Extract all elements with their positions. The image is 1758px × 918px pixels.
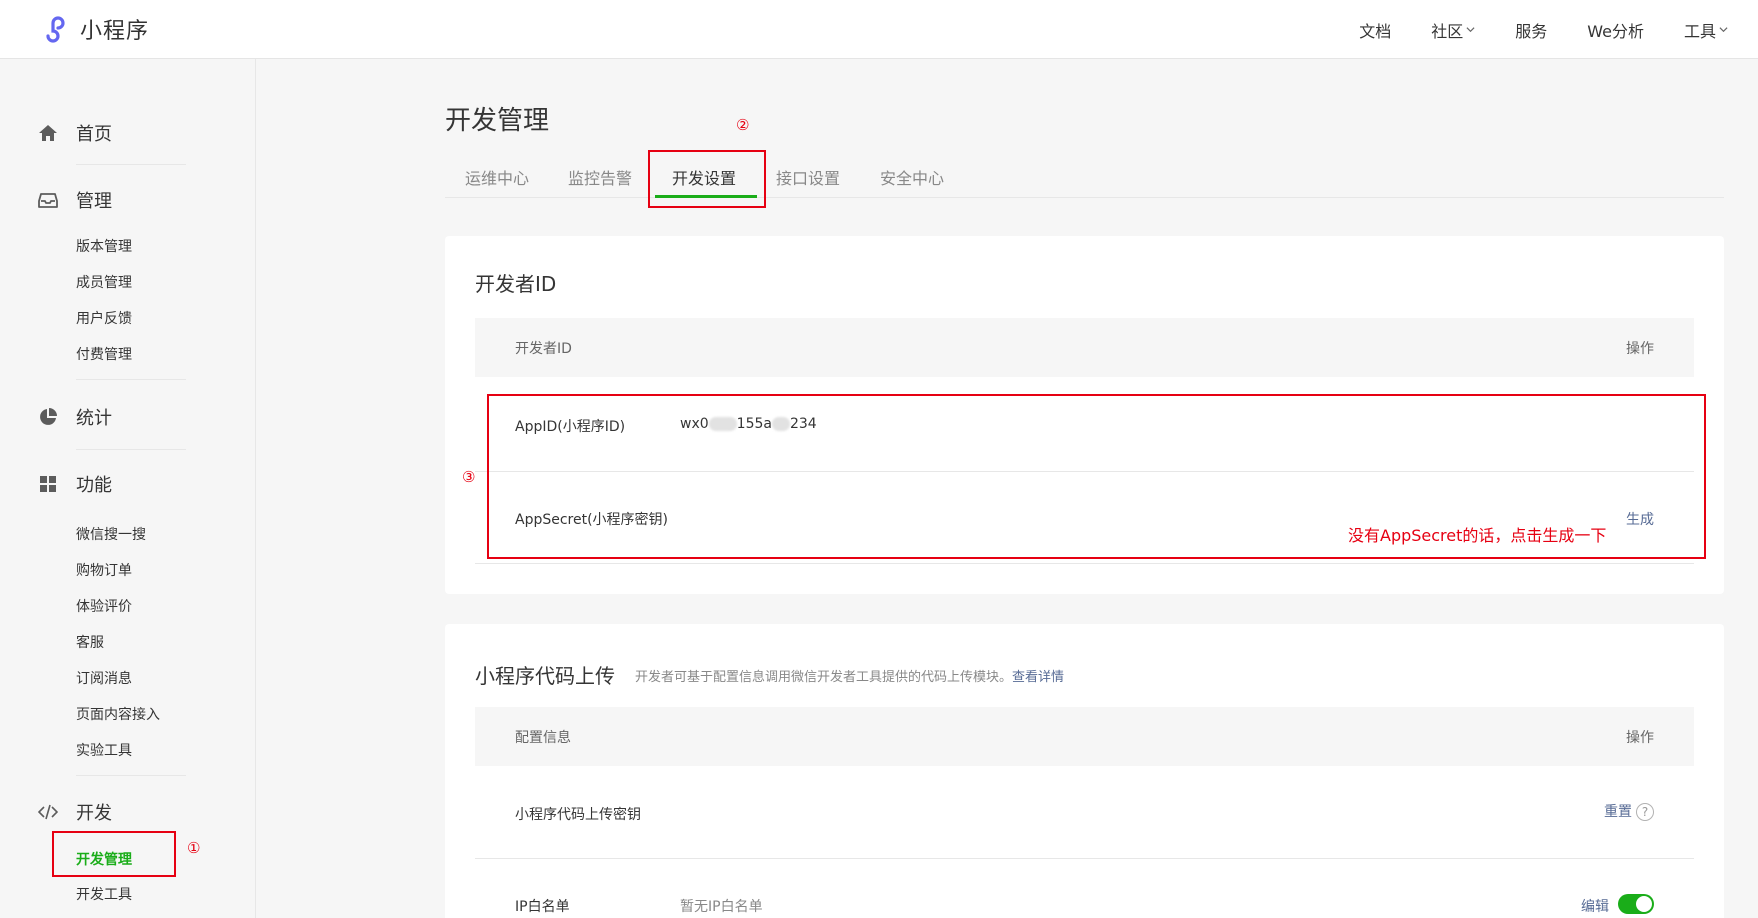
upload-key-label: 小程序代码上传密钥 <box>515 807 641 823</box>
help-icon[interactable]: ? <box>1636 803 1654 821</box>
annotation-step2: ② <box>736 116 750 134</box>
toggle-knob <box>1636 896 1652 912</box>
miniprogram-logo-icon <box>46 16 65 43</box>
tab-ops-center[interactable]: 运维中心 <box>465 165 529 189</box>
sidebar-group-home[interactable]: 首页 <box>38 120 112 146</box>
sidebar-item-page-content[interactable]: 页面内容接入 <box>76 704 160 724</box>
sidebar-divider <box>76 775 186 776</box>
sidebar-item-subscribe-msg[interactable]: 订阅消息 <box>76 668 132 688</box>
chevron-down-icon <box>1466 27 1475 33</box>
inbox-icon <box>38 193 58 208</box>
column-header-config-info: 配置信息 <box>515 730 571 746</box>
sidebar-item-payment[interactable]: 付费管理 <box>76 344 132 364</box>
nav-we-analytics-label: We分析 <box>1587 21 1644 41</box>
sidebar-group-features[interactable]: 功能 <box>38 471 112 497</box>
ip-whitelist-value: 暂无IP白名单 <box>680 899 763 915</box>
home-icon <box>39 125 57 141</box>
annotation-step3: ③ <box>462 468 476 486</box>
sidebar-group-home-label: 首页 <box>76 124 112 145</box>
nav-tools[interactable]: 工具 <box>1684 18 1728 42</box>
tab-security-center[interactable]: 安全中心 <box>880 165 944 189</box>
nav-we-analytics[interactable]: We分析 <box>1587 18 1644 42</box>
sidebar: 首页 管理 版本管理 成员管理 用户反馈 付费管理 统计 功能 微信搜一搜 购物… <box>0 59 256 918</box>
sidebar-item-customer-service[interactable]: 客服 <box>76 632 104 652</box>
sidebar-divider <box>76 164 186 165</box>
upload-key-actions: 重置? <box>1604 801 1654 821</box>
sidebar-group-features-label: 功能 <box>76 475 112 496</box>
logo[interactable]: 小程序 <box>38 12 149 46</box>
developer-id-card-title: 开发者ID <box>475 272 557 296</box>
sidebar-group-manage[interactable]: 管理 <box>38 187 112 213</box>
annotation-box-step1 <box>52 831 176 877</box>
reset-key-link[interactable]: 重置 <box>1604 804 1632 820</box>
tab-bar: 运维中心 监控告警 开发设置 接口设置 安全中心 <box>445 160 1724 198</box>
page-title: 开发管理 <box>445 106 550 136</box>
annotation-note: 没有AppSecret的话，点击生成一下 <box>1348 526 1607 545</box>
annotation-step1: ① <box>187 839 201 857</box>
row-divider <box>475 858 1694 859</box>
tab-api-settings[interactable]: 接口设置 <box>776 165 840 189</box>
sidebar-group-dev[interactable]: 开发 <box>38 799 112 825</box>
sidebar-item-feedback[interactable]: 用户反馈 <box>76 308 132 328</box>
sidebar-group-dev-label: 开发 <box>76 803 112 824</box>
pie-chart-icon <box>40 408 57 425</box>
sidebar-group-stats[interactable]: 统计 <box>38 404 112 430</box>
developer-id-table-header: 开发者ID 操作 <box>475 318 1694 377</box>
nav-services-label: 服务 <box>1515 21 1548 41</box>
view-details-link[interactable]: 查看详情 <box>1012 670 1064 685</box>
nav-community-label: 社区 <box>1431 21 1464 41</box>
sidebar-item-members[interactable]: 成员管理 <box>76 272 132 292</box>
annotation-box-step2 <box>648 150 766 208</box>
column-header-actions: 操作 <box>1626 341 1654 357</box>
code-upload-card: 小程序代码上传 开发者可基于配置信息调用微信开发者工具提供的代码上传模块。查看详… <box>445 624 1724 918</box>
top-nav: 文档 社区 服务 We分析 工具 <box>1319 0 1728 59</box>
upload-config-table-header: 配置信息 操作 <box>475 707 1694 766</box>
code-upload-card-title: 小程序代码上传 <box>475 664 615 688</box>
sidebar-item-orders[interactable]: 购物订单 <box>76 560 132 580</box>
column-header-actions: 操作 <box>1626 730 1654 746</box>
sidebar-item-wechat-search[interactable]: 微信搜一搜 <box>76 524 146 544</box>
code-upload-description: 开发者可基于配置信息调用微信开发者工具提供的代码上传模块。查看详情 <box>635 666 1064 685</box>
ip-whitelist-label: IP白名单 <box>515 899 570 915</box>
top-header: 小程序 文档 社区 服务 We分析 工具 <box>0 0 1758 59</box>
nav-docs-label: 文档 <box>1359 21 1392 41</box>
sidebar-item-reviews[interactable]: 体验评价 <box>76 596 132 616</box>
sidebar-group-manage-label: 管理 <box>76 191 112 212</box>
code-icon <box>38 804 58 820</box>
sidebar-divider <box>76 449 186 450</box>
row-divider <box>475 563 1694 564</box>
nav-docs[interactable]: 文档 <box>1359 18 1391 42</box>
tab-monitoring[interactable]: 监控告警 <box>568 165 632 189</box>
chevron-down-icon <box>1719 27 1728 33</box>
logo-text: 小程序 <box>80 19 150 44</box>
nav-tools-label: 工具 <box>1683 21 1716 41</box>
code-upload-description-text: 开发者可基于配置信息调用微信开发者工具提供的代码上传模块。 <box>635 670 1013 685</box>
nav-services[interactable]: 服务 <box>1515 18 1547 42</box>
grid-icon <box>40 476 56 492</box>
column-header-developer-id: 开发者ID <box>515 341 572 357</box>
sidebar-group-stats-label: 统计 <box>76 408 112 429</box>
edit-whitelist-link[interactable]: 编辑 <box>1581 896 1609 916</box>
sidebar-item-version[interactable]: 版本管理 <box>76 236 132 256</box>
ip-whitelist-toggle[interactable] <box>1618 894 1654 914</box>
nav-community[interactable]: 社区 <box>1431 18 1475 42</box>
sidebar-item-dev-tools[interactable]: 开发工具 <box>76 884 132 904</box>
sidebar-divider <box>76 379 186 380</box>
sidebar-item-experiment[interactable]: 实验工具 <box>76 740 132 760</box>
